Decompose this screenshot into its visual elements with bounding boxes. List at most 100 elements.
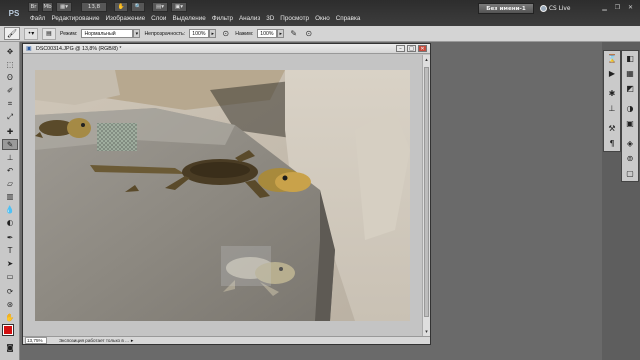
styles-panel-icon[interactable]: ◩	[622, 81, 638, 96]
zoom-tool-icon[interactable]: 🔍	[131, 2, 145, 12]
flow-field[interactable]: 100%	[257, 29, 278, 38]
close-icon[interactable]: ✕	[625, 3, 636, 12]
window-controls: ▁ ❐ ✕	[599, 3, 636, 12]
status-menu-icon[interactable]: ▸	[131, 338, 134, 344]
status-info[interactable]: Экспозиция работает только в ...	[59, 338, 129, 343]
photoshop-window: PS Файл Редактирование Изображение Слои …	[0, 0, 640, 360]
3d-rotate-icon[interactable]: ⟳	[2, 286, 18, 297]
pressure-size-icon[interactable]: ⊙	[303, 28, 314, 39]
brush-panel-icon[interactable]: ✱	[604, 86, 620, 101]
menu-help[interactable]: Справка	[333, 15, 364, 22]
foreground-color-swatch[interactable]	[2, 324, 14, 336]
hand-icon[interactable]: ✋	[2, 312, 18, 323]
opacity-field[interactable]: 100%	[189, 29, 210, 38]
minimize-icon[interactable]: ▁	[599, 3, 610, 12]
masks-panel-icon[interactable]: ▣	[622, 116, 638, 131]
color-panel-icon[interactable]: ◧	[622, 51, 638, 66]
opacity-slider-icon[interactable]: ▸	[209, 29, 217, 38]
pen-icon[interactable]: ✒	[2, 232, 18, 243]
document-tab[interactable]: ▣ DSC00314.JPG @ 13,8% (RGB/8) * – □ ✕	[23, 44, 430, 54]
maximize-icon[interactable]: ❐	[612, 3, 623, 12]
marquee-icon[interactable]: ⬚	[2, 59, 18, 70]
cs-live-icon	[540, 5, 547, 12]
menu-edit[interactable]: Редактирование	[48, 15, 102, 22]
brush-preset-picker[interactable]: •▾	[24, 27, 38, 40]
scroll-down-icon[interactable]: ▾	[423, 328, 430, 335]
scroll-up-icon[interactable]: ▴	[423, 56, 430, 63]
options-bar: 🖌 •▾ ▤ Режим: Нормальный ▾ Непрозрачност…	[0, 26, 640, 42]
history-panel-icon[interactable]: ⌛	[604, 51, 620, 66]
flow-slider-icon[interactable]: ▸	[277, 29, 285, 38]
workspace-button[interactable]: Без имени-1	[478, 3, 534, 14]
shape-icon[interactable]: ▭	[2, 271, 18, 282]
gradient-icon[interactable]: ▥	[2, 191, 18, 202]
chevron-down-icon[interactable]: ▾	[133, 29, 141, 38]
bridge-icon[interactable]: Br	[28, 2, 39, 12]
menu-layers[interactable]: Слои	[148, 15, 169, 22]
paths-panel-icon[interactable]: ▢	[622, 166, 638, 181]
tools-panel: ✥ ⬚ ʘ ✐ ⌗ ⤢ ✚ ✎ ⊥ ↶ ▱ ▥ 💧 ◐ ✒ T ➤ ▭ ⟳ ⊛ …	[0, 42, 20, 360]
vertical-scrollbar[interactable]: ▴ ▾	[422, 55, 430, 336]
document-close-icon[interactable]: ✕	[418, 45, 427, 52]
quick-select-icon[interactable]: ✐	[2, 85, 18, 96]
mode-select[interactable]: Нормальный	[81, 29, 134, 38]
app-bar-widgets: Br Mb ▦▾ 13,8 ✋ 🔍 ▤▾ ▣▾	[28, 2, 187, 12]
cs-live-label: CS Live	[549, 5, 571, 12]
arrange-documents-dropdown[interactable]: ▤▾	[152, 2, 168, 12]
menu-view[interactable]: Просмотр	[277, 15, 312, 22]
extras-dropdown[interactable]: ▦▾	[56, 2, 72, 12]
lasso-icon[interactable]: ʘ	[2, 72, 18, 83]
mini-bridge-icon[interactable]: Mb	[42, 2, 53, 12]
move-icon[interactable]: ✥	[2, 46, 18, 57]
document-controls: – □ ✕	[396, 45, 427, 52]
quick-mask-icon[interactable]: ◙	[2, 342, 18, 353]
photo-canvas[interactable]	[35, 70, 410, 321]
menu-image[interactable]: Изображение	[102, 15, 148, 22]
brush-panel-toggle-icon[interactable]: ▤	[42, 27, 56, 40]
blur-icon[interactable]: 💧	[2, 204, 18, 215]
scroll-thumb[interactable]	[424, 67, 429, 317]
path-select-icon[interactable]: ➤	[2, 258, 18, 269]
menu-3d[interactable]: 3D	[263, 15, 277, 22]
brush-icon[interactable]: ✎	[2, 139, 18, 150]
document-window: ▣ DSC00314.JPG @ 13,8% (RGB/8) * – □ ✕ ▴…	[22, 43, 431, 345]
actions-panel-icon[interactable]: ▶	[604, 66, 620, 81]
eraser-icon[interactable]: ▱	[2, 178, 18, 189]
history-brush-icon[interactable]: ↶	[2, 165, 18, 176]
character-panel-icon[interactable]: ¶	[604, 136, 620, 151]
clone-source-icon[interactable]: ⊥	[604, 101, 620, 116]
hand-tool-icon[interactable]: ✋	[114, 2, 128, 12]
adjustments-panel-icon[interactable]: ◑	[622, 101, 638, 116]
eyedropper-icon[interactable]: ⤢	[2, 111, 18, 122]
channels-panel-icon[interactable]: ⊚	[622, 151, 638, 166]
menu-window[interactable]: Окно	[312, 15, 333, 22]
mode-label: Режим:	[60, 30, 78, 37]
menu-filter[interactable]: Фильтр	[209, 15, 236, 22]
pressure-opacity-icon[interactable]: ⊙	[220, 28, 231, 39]
dodge-icon[interactable]: ◐	[2, 217, 18, 228]
swatches-panel-icon[interactable]: ▦	[622, 66, 638, 81]
tool-presets-icon[interactable]: ⚒	[604, 121, 620, 136]
3d-orbit-icon[interactable]: ⊛	[2, 299, 18, 310]
tool-preset-picker[interactable]: 🖌	[4, 27, 20, 40]
layers-panel-icon[interactable]: ◈	[622, 136, 638, 151]
app-logo: PS	[8, 8, 20, 18]
menu-analysis[interactable]: Анализ	[236, 15, 263, 22]
canvas-area[interactable]	[23, 55, 422, 336]
menu-select[interactable]: Выделение	[169, 15, 208, 22]
screen-mode-dropdown[interactable]: ▣▾	[171, 2, 187, 12]
document-maximize-icon[interactable]: □	[407, 45, 416, 52]
document-icon: ▣	[26, 45, 32, 52]
opacity-label: Непрозрачность:	[144, 30, 186, 37]
zoom-level-field[interactable]: 13,8	[81, 2, 107, 12]
healing-brush-icon[interactable]: ✚	[2, 126, 18, 137]
document-title: DSC00314.JPG @ 13,8% (RGB/8) *	[36, 45, 122, 52]
crop-icon[interactable]: ⌗	[2, 98, 18, 109]
cs-live-button[interactable]: CS Live	[540, 3, 570, 14]
clone-stamp-icon[interactable]: ⊥	[2, 152, 18, 163]
menu-file[interactable]: Файл	[27, 15, 48, 22]
document-minimize-icon[interactable]: –	[396, 45, 405, 52]
zoom-field[interactable]: 13,75%	[25, 337, 47, 344]
airbrush-icon[interactable]: ✎	[288, 28, 299, 39]
type-icon[interactable]: T	[2, 245, 18, 256]
